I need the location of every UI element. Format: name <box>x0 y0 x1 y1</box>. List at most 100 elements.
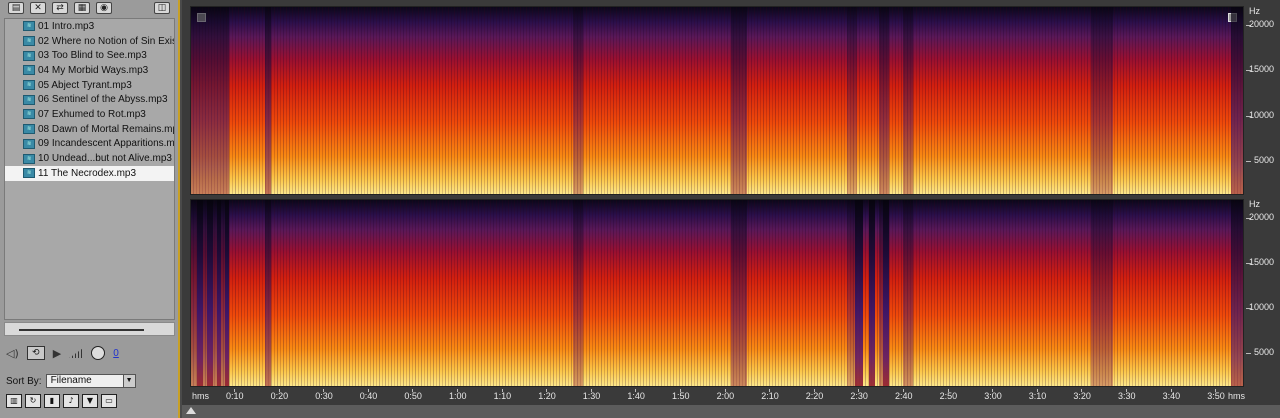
file-list-item[interactable]: ≋ 01 Intro.mp3 <box>5 19 174 34</box>
file-name: 02 Where no Notion of Sin Exists <box>38 35 174 47</box>
time-tick-label: 1:30 <box>582 391 601 401</box>
file-list-item[interactable]: ≋ 05 Abject Tyrant.mp3 <box>5 78 174 93</box>
audio-file-icon: ≋ <box>23 124 35 135</box>
file-list-item[interactable]: ≋ 07 Exhumed to Rot.mp3 <box>5 107 174 122</box>
time-tick-label: 2:40 <box>895 391 913 401</box>
audio-file-icon: ≋ <box>23 36 35 47</box>
midi-filter-button[interactable]: ♪ <box>63 394 79 408</box>
frequency-tick-label: 20000 <box>1248 18 1274 29</box>
time-tick-label: 0:50 <box>404 391 422 401</box>
time-tick-label: 2:00 <box>716 391 735 401</box>
session-filter-button[interactable]: ▭ <box>101 394 117 408</box>
open-file-icon[interactable]: ▤ <box>8 2 24 14</box>
file-list-item[interactable]: ≋ 06 Sentinel of the Abyss.mp3 <box>5 92 174 107</box>
file-list-item[interactable]: ≋ 04 My Morbid Ways.mp3 <box>5 63 174 78</box>
autoplay-icon[interactable]: ◉ <box>96 2 112 14</box>
time-tick-label: 1:50 <box>672 391 690 401</box>
close-file-icon[interactable]: ✕ <box>30 2 46 14</box>
files-panel: ▤ ✕ ⇄ ▦ ◉ ◫ ≋ 01 Intro.mp3 ≋ 02 Where no No… <box>0 0 180 418</box>
time-ruler[interactable]: hms 0:10 0:20 0:30 0:40 0:50 1:00 1:10 1:20 1:30 1… <box>190 389 1280 403</box>
time-unit-label: hms <box>192 391 210 401</box>
time-tick-label: 1:20 <box>538 391 556 401</box>
time-tick-label: 0:10 <box>226 391 244 401</box>
file-list: ≋ 01 Intro.mp3 ≋ 02 Where no Notion of Sin … <box>4 18 175 320</box>
frequency-tick-label: 15000 <box>1248 64 1274 75</box>
file-name: 09 Incandescent Apparitions.mp3 <box>38 138 174 150</box>
play-button[interactable]: ▶ <box>53 347 61 360</box>
loop-button[interactable]: ⟲ <box>26 346 45 360</box>
speaker-icon[interactable]: ◁) <box>6 347 19 360</box>
frequency-tick-label: 5000 <box>1253 347 1274 358</box>
files-toolbar: ▤ ✕ ⇄ ▦ ◉ ◫ <box>0 0 178 16</box>
spectral-display: Hz 20000 15000 10000 5000 Hz 20000 15000 10000 5… <box>182 0 1280 418</box>
time-tick-label: 2:20 <box>805 391 824 401</box>
volume-knob[interactable] <box>91 346 106 360</box>
frequency-unit-label: Hz <box>1249 199 1260 209</box>
import-icon[interactable]: ⇄ <box>52 2 68 14</box>
playhead-marker-icon[interactable] <box>186 406 196 414</box>
sort-row: Sort By: Filename ▼ <box>6 374 136 388</box>
time-tick-label: 0:30 <box>315 391 333 401</box>
file-list-item[interactable]: ≋ 03 Too Blind to See.mp3 <box>5 48 174 63</box>
time-tick-label: 2:30 <box>850 391 868 401</box>
frequency-scale-top: Hz 20000 15000 10000 5000 <box>1246 6 1280 195</box>
frequency-tick-label: 20000 <box>1248 211 1274 222</box>
spectrogram-right-channel[interactable] <box>190 199 1244 387</box>
spectrogram-left-channel[interactable] <box>190 6 1244 195</box>
sort-by-label: Sort By: <box>6 375 42 387</box>
audio-file-icon: ≋ <box>23 50 35 61</box>
file-name: 03 Too Blind to See.mp3 <box>38 50 147 62</box>
file-name: 07 Exhumed to Rot.mp3 <box>38 108 146 120</box>
time-end-label: hms <box>1228 391 1246 401</box>
file-name: 05 Abject Tyrant.mp3 <box>38 79 132 91</box>
loop-filter-button[interactable]: ↻ <box>25 394 41 408</box>
time-tick-label: 3:00 <box>984 391 1002 401</box>
filter-icon[interactable]: ▼ <box>82 394 98 408</box>
frequency-tick-label: 5000 <box>1253 154 1274 165</box>
frequency-scale-bottom: Hz 20000 15000 10000 5000 <box>1246 199 1280 387</box>
file-list-item[interactable]: ≋ 02 Where no Notion of Sin Exists <box>5 34 174 49</box>
audio-file-icon: ≋ <box>23 109 35 120</box>
file-name: 10 Undead...but not Alive.mp3 <box>38 153 172 165</box>
volume-value[interactable]: 0 <box>113 348 119 359</box>
file-list-item[interactable]: ≋ 09 Incandescent Apparitions.mp3 <box>5 137 174 152</box>
file-name: 01 Intro.mp3 <box>38 20 95 32</box>
audio-file-icon: ≋ <box>23 21 35 32</box>
edit-file-icon[interactable]: ▦ <box>74 2 90 14</box>
preview-transport: ◁) ⟲ ▶ 0 <box>6 344 119 362</box>
frequency-tick-label: 10000 <box>1248 109 1274 120</box>
time-tick-label: 3:50 <box>1207 391 1225 401</box>
time-tick-label: 3:10 <box>1028 391 1047 401</box>
audio-file-icon: ≋ <box>23 80 35 91</box>
waveform-filter-button[interactable]: ▥ <box>6 394 22 408</box>
audio-file-icon: ≋ <box>23 168 35 179</box>
file-name: 06 Sentinel of the Abyss.mp3 <box>38 94 168 106</box>
time-tick-label: 1:00 <box>449 391 467 401</box>
frequency-unit-label: Hz <box>1249 6 1260 16</box>
filter-buttons: ▥ ↻ ▮ ♪ ▼ ▭ <box>6 394 117 408</box>
file-list-item[interactable]: ≋ 08 Dawn of Mortal Remains.mp3 <box>5 122 174 137</box>
audio-file-icon: ≋ <box>23 94 35 105</box>
time-tick-label: 3:40 <box>1162 391 1181 401</box>
audio-file-icon: ≋ <box>23 138 35 149</box>
time-tick-label: 3:30 <box>1118 391 1136 401</box>
file-name: 11 The Necrodex.mp3 <box>38 167 137 179</box>
frequency-tick-label: 15000 <box>1248 256 1274 267</box>
volume-bars-icon <box>69 348 84 358</box>
view-options-icon[interactable]: ◫ <box>154 2 170 14</box>
time-tick-label: 2:50 <box>939 391 958 401</box>
file-list-scrollbar[interactable] <box>4 322 175 336</box>
time-tick-label: 1:40 <box>627 391 645 401</box>
file-list-item[interactable]: ≋ 10 Undead...but not Alive.mp3 <box>5 151 174 166</box>
horizontal-scrollbar[interactable] <box>182 405 1280 418</box>
chevron-down-icon[interactable]: ▼ <box>122 375 135 387</box>
file-name: 04 My Morbid Ways.mp3 <box>38 64 149 76</box>
time-tick-label: 2:10 <box>761 391 779 401</box>
audio-file-icon: ≋ <box>23 153 35 164</box>
file-name: 08 Dawn of Mortal Remains.mp3 <box>38 123 174 135</box>
audio-file-icon: ≋ <box>23 65 35 76</box>
video-filter-button[interactable]: ▮ <box>44 394 60 408</box>
file-list-item[interactable]: ≋ 11 The Necrodex.mp3 <box>5 165 174 181</box>
sort-by-select[interactable]: Filename ▼ <box>45 374 136 388</box>
sort-by-value: Filename <box>50 375 92 386</box>
